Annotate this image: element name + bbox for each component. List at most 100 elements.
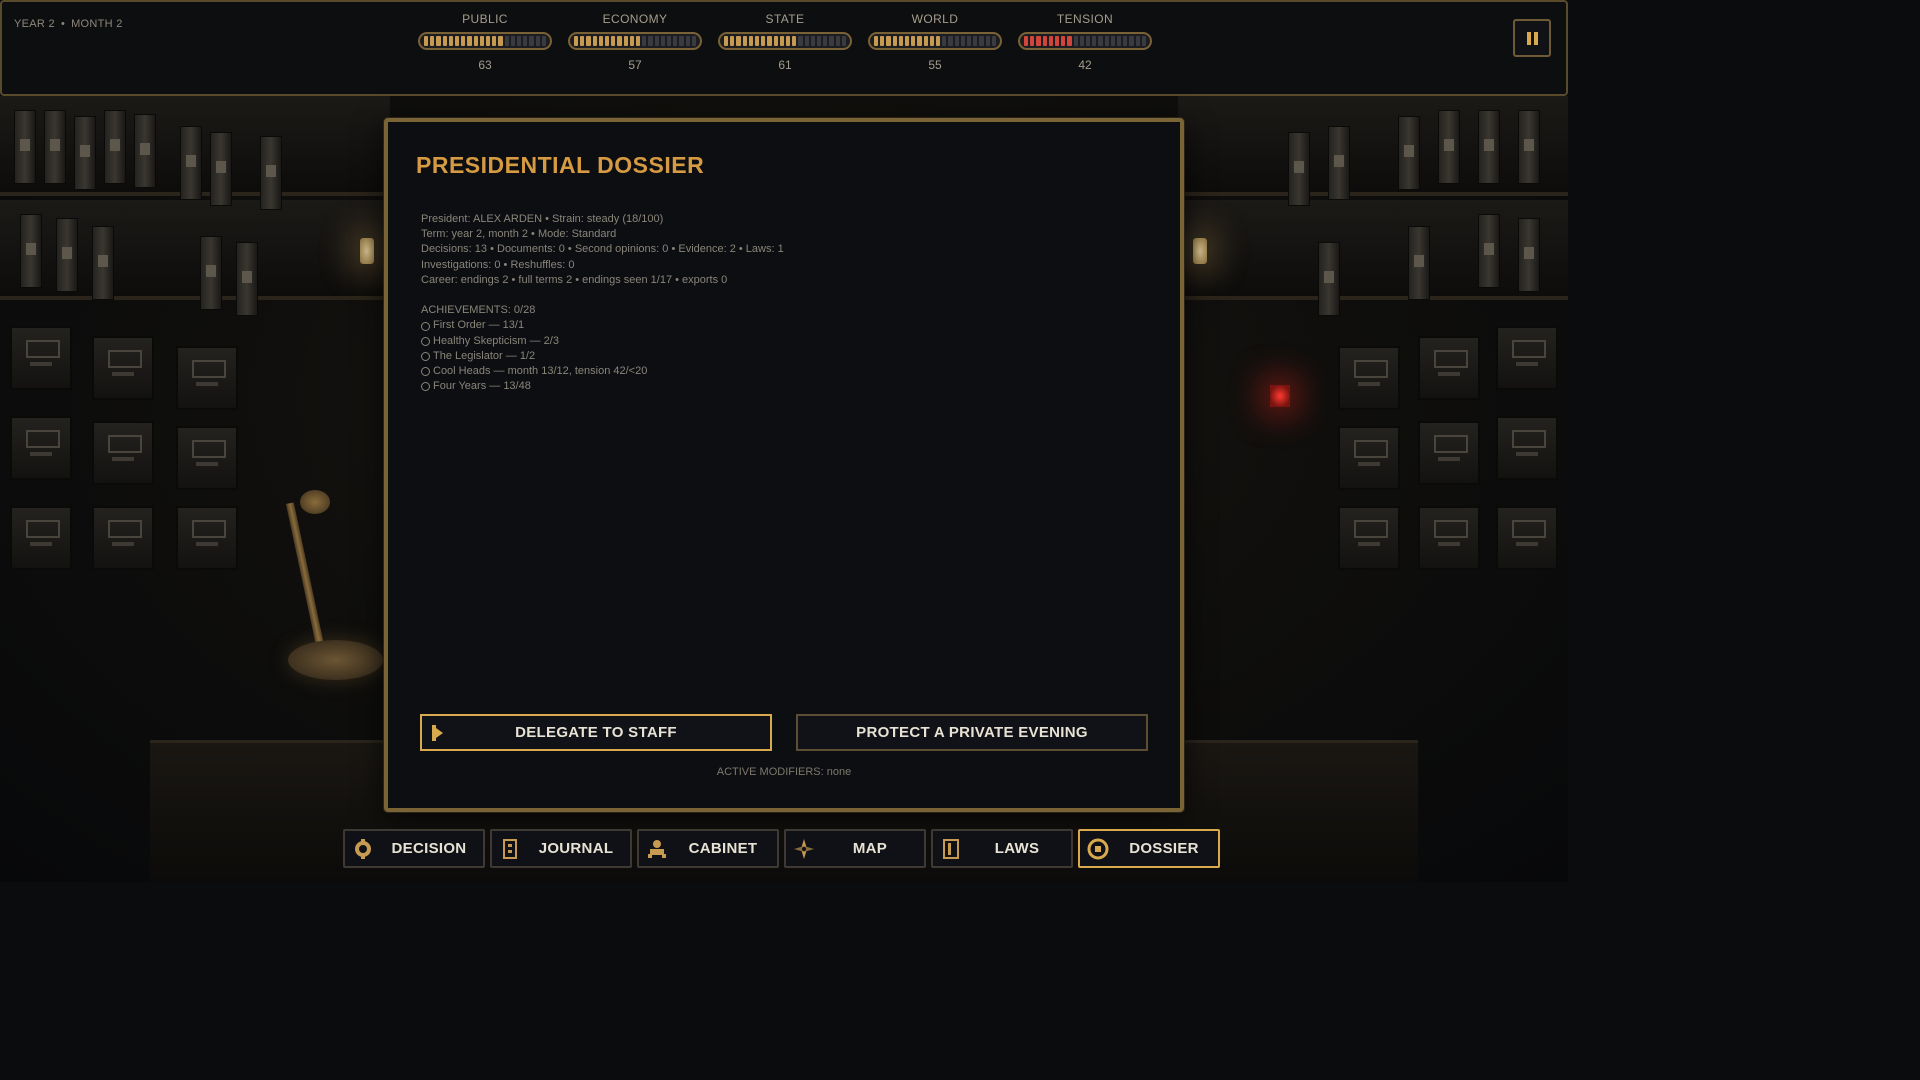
nav-map[interactable]: MAP — [784, 829, 926, 868]
scroll-icon — [943, 839, 959, 859]
meter-label: WORLD — [911, 12, 959, 26]
meter-segment — [829, 36, 834, 46]
nav-laws[interactable]: LAWS — [931, 829, 1073, 868]
meter-segment — [1073, 36, 1078, 46]
month-label: MONTH 2 — [71, 18, 123, 30]
meter-segment — [1030, 36, 1035, 46]
meter-segment — [798, 36, 803, 46]
meter-value: 61 — [778, 58, 792, 72]
pause-icon — [1526, 31, 1531, 45]
meter-segment — [492, 36, 497, 46]
meter-bar — [718, 32, 852, 50]
meter-segment — [1123, 36, 1128, 46]
status-hud: YEAR 2 • MONTH 2 PUBLIC 63 ECONOMY 57 STAT… — [0, 0, 1568, 96]
meter-value: 63 — [478, 58, 492, 72]
meter-segment — [1036, 36, 1041, 46]
panel-title: PRESIDENTIAL DOSSIER — [416, 152, 705, 178]
meter-segment — [473, 36, 478, 46]
pause-button[interactable] — [1513, 19, 1551, 57]
meter-segment — [742, 36, 747, 46]
book-icon — [503, 839, 517, 859]
nav-dossier[interactable]: DOSSIER — [1078, 829, 1220, 868]
meter-segment — [979, 36, 984, 46]
meter-segment — [1117, 36, 1122, 46]
meter-value: 42 — [1078, 58, 1092, 72]
date-readout: YEAR 2 • MONTH 2 — [14, 18, 123, 30]
meter-segment — [467, 36, 472, 46]
meter-segment — [936, 36, 941, 46]
selection-cursor-icon — [432, 725, 443, 741]
meter-segment — [667, 36, 672, 46]
meter-segment — [517, 36, 522, 46]
year-label: YEAR 2 — [14, 18, 55, 30]
meter-segment — [929, 36, 935, 46]
meter-segment — [1110, 36, 1116, 46]
red-alarm-light — [1270, 385, 1290, 407]
meter-bar — [868, 32, 1002, 50]
dossier-icon — [1087, 838, 1109, 860]
meter-segment — [580, 36, 585, 46]
meter-label: STATE — [765, 12, 805, 26]
meter-label: ECONOMY — [602, 12, 668, 26]
meter-segment — [461, 36, 466, 46]
meter-segment — [755, 36, 760, 46]
career-line: Career: endings 2 • full terms 2 • endin… — [421, 273, 728, 286]
meter-segment — [767, 36, 772, 46]
meter-economy: ECONOMY 57 — [568, 12, 702, 72]
term-line: Term: year 2, month 2 • Mode: Standard — [421, 228, 617, 241]
nav-cabinet[interactable]: CABINET — [637, 829, 779, 868]
meter-label: PUBLIC — [462, 12, 508, 26]
meter-segment — [442, 36, 447, 46]
meter-segment — [985, 36, 990, 46]
meter-segment — [498, 36, 503, 46]
meter-segment — [892, 36, 897, 46]
meter-segment — [455, 36, 460, 46]
meter-segment — [960, 36, 966, 46]
desk-lamp-head — [300, 490, 330, 514]
wall-lamp-left — [360, 238, 374, 264]
meter-segment — [905, 36, 910, 46]
meter-segment — [605, 36, 610, 46]
meter-segment — [642, 36, 647, 46]
seal-icon — [355, 839, 371, 859]
meter-segment — [648, 36, 653, 46]
nav-decision[interactable]: DECISION — [343, 829, 485, 868]
dossier-panel: PRESIDENTIAL DOSSIER President: ALEX ARD… — [384, 118, 1184, 812]
desk-lamp-base — [288, 640, 383, 680]
meter-segment — [1086, 36, 1091, 46]
meter-segment — [617, 36, 622, 46]
meter-segment — [574, 36, 579, 46]
meter-segment — [804, 36, 809, 46]
meter-segment — [424, 36, 429, 46]
meter-segment — [730, 36, 735, 46]
meter-segment — [629, 36, 635, 46]
meter-segment — [486, 36, 491, 46]
meter-segment — [942, 36, 947, 46]
meter-segment — [673, 36, 678, 46]
meter-segment — [623, 36, 628, 46]
meter-segment — [748, 36, 754, 46]
meter-value: 55 — [928, 58, 942, 72]
investigations-line: Investigations: 0 • Reshuffles: 0 — [421, 258, 575, 271]
people-icon — [648, 840, 666, 858]
meter-segment — [1067, 36, 1072, 46]
delegate-to-staff-button[interactable]: DELEGATE TO STAFF — [420, 714, 772, 751]
meter-segment — [736, 36, 741, 46]
meter-segment — [691, 36, 697, 46]
protect-private-evening-button[interactable]: PROTECT A PRIVATE EVENING — [796, 714, 1148, 751]
meter-segment — [948, 36, 953, 46]
unchecked-circle-icon — [421, 351, 430, 361]
achievement-item: The Legislator — 1/2 — [421, 349, 784, 364]
meter-segment — [541, 36, 547, 46]
meter-segment — [1135, 36, 1140, 46]
meter-segment — [1129, 36, 1134, 46]
unchecked-circle-icon — [421, 382, 430, 392]
meter-segment — [654, 36, 659, 46]
achievement-item: First Order — 13/1 — [421, 318, 784, 333]
meter-segment — [1048, 36, 1054, 46]
meter-segment — [529, 36, 534, 46]
nav-journal[interactable]: JOURNAL — [490, 829, 632, 868]
meter-value: 57 — [628, 58, 642, 72]
meter-segment — [592, 36, 597, 46]
meter-segment — [773, 36, 778, 46]
